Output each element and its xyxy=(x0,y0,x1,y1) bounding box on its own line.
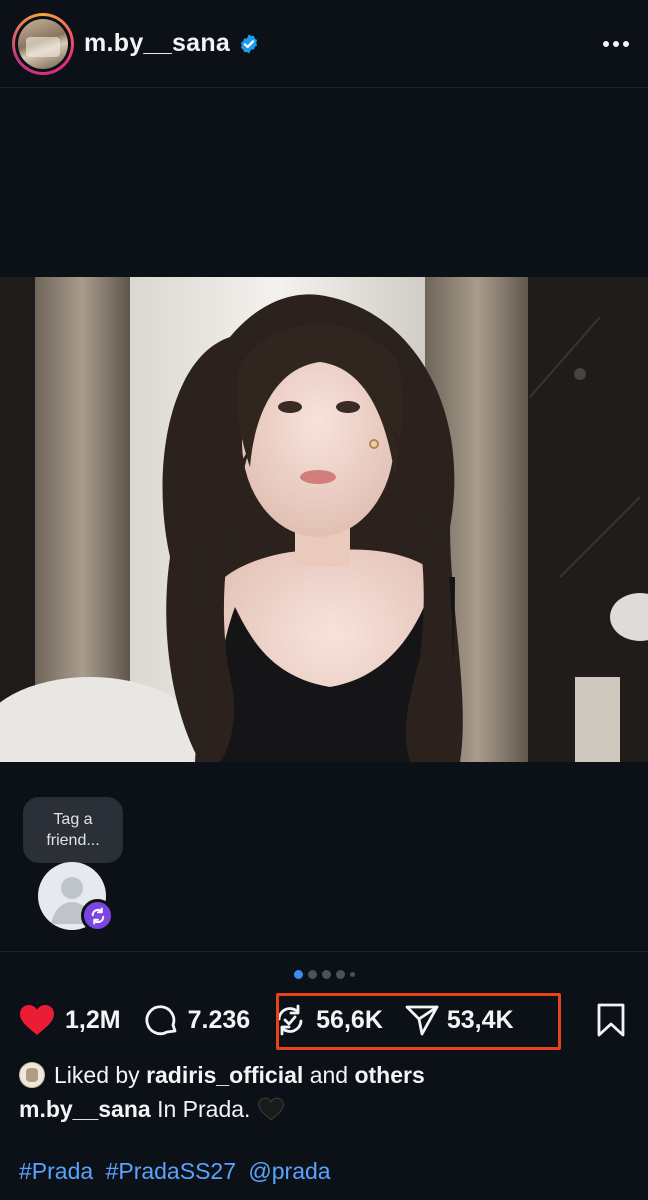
carousel-dot xyxy=(307,970,317,979)
divider xyxy=(0,951,648,952)
carousel-dot xyxy=(335,970,345,979)
caption-username[interactable]: m.by__sana xyxy=(19,1096,151,1123)
carousel-dot xyxy=(321,970,331,979)
post-header: m.by__sana xyxy=(0,0,648,88)
carousel-dot xyxy=(293,970,303,979)
like-count: 1,2M xyxy=(65,1005,121,1034)
mention-link[interactable]: @prada xyxy=(248,1158,330,1184)
heart-filled-icon xyxy=(20,1005,54,1035)
tag-prompt-line2: friend... xyxy=(46,832,100,849)
post-screen: m.by__sana Tag a friend... 1,2M 7.236 56… xyxy=(0,0,648,1200)
comment-count: 7.236 xyxy=(187,1005,251,1034)
tag-friend-prompt[interactable]: Tag a friend... xyxy=(23,797,123,863)
profile-avatar[interactable] xyxy=(12,12,74,75)
hashtag-link[interactable]: #PradaSS27 xyxy=(106,1158,236,1184)
hashtag-link[interactable]: #Prada xyxy=(19,1158,93,1184)
post-photo[interactable] xyxy=(0,277,648,762)
repost-badge xyxy=(81,899,114,932)
more-horizontal-icon xyxy=(603,40,629,47)
carousel-dot xyxy=(349,972,355,977)
caption-text: In Prada. xyxy=(157,1095,251,1122)
like-button[interactable]: 1,2M xyxy=(19,1004,121,1036)
more-options-button[interactable] xyxy=(596,24,636,64)
photo-illustration xyxy=(0,277,648,762)
liker-avatar xyxy=(19,1062,45,1088)
avatar-image xyxy=(18,18,68,69)
post-caption: m.by__sana In Prada. xyxy=(19,1094,285,1124)
liked-by-user[interactable]: radiris_official xyxy=(146,1062,303,1089)
liked-by-connector: and xyxy=(309,1061,349,1088)
liked-by-others[interactable]: others xyxy=(354,1062,424,1089)
black-heart-icon xyxy=(258,1097,285,1121)
hashtag-row: #Prada #PradaSS27 @prada xyxy=(19,1158,337,1185)
tag-prompt-line1: Tag a xyxy=(53,811,93,828)
carousel-indicator xyxy=(0,970,648,979)
bookmark-icon xyxy=(597,1003,625,1037)
comment-button[interactable]: 7.236 xyxy=(145,1003,251,1037)
verified-badge-icon xyxy=(241,33,258,54)
save-button[interactable] xyxy=(596,1003,626,1037)
post-username[interactable]: m.by__sana xyxy=(84,29,230,58)
liked-by-row[interactable]: Liked by radiris_official and others xyxy=(19,1060,425,1090)
repost-icon xyxy=(91,907,104,924)
highlight-annotation xyxy=(276,993,561,1050)
liked-by-prefix: Liked by xyxy=(54,1061,140,1088)
comment-icon xyxy=(145,1005,176,1036)
